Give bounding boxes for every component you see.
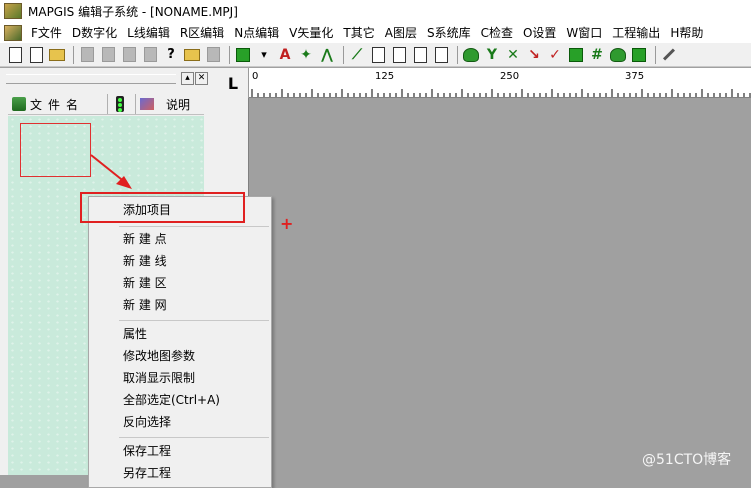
green-blob-icon[interactable] (462, 46, 480, 64)
toolbar-separator (229, 45, 230, 64)
highlight-box (80, 192, 245, 223)
check-icon[interactable]: ✓ (546, 46, 564, 64)
area-edit-icon[interactable] (411, 46, 429, 64)
menu-file[interactable]: F文件 (26, 24, 67, 41)
column-status[interactable] (108, 94, 136, 114)
menu-digitize[interactable]: D数字化 (67, 24, 122, 41)
save-icon[interactable] (78, 46, 96, 64)
shape-icon[interactable] (609, 46, 627, 64)
menu-other[interactable]: T其它 (338, 24, 379, 41)
open-icon[interactable] (27, 46, 45, 64)
column-file-name[interactable]: 文件名 (8, 94, 108, 114)
menu-item-properties[interactable]: 属性 (89, 324, 271, 345)
fill-icon[interactable] (567, 46, 585, 64)
grid-icon[interactable]: # (588, 46, 606, 64)
printer-icon[interactable] (204, 46, 222, 64)
mapgis-app-icon (4, 3, 22, 19)
column-description-label: 说明 (166, 97, 191, 112)
help-icon[interactable]: ? (162, 46, 180, 64)
toolbar-separator (73, 45, 74, 64)
menu-separator (119, 226, 269, 227)
map-canvas[interactable] (249, 98, 751, 475)
palette-icon[interactable] (630, 46, 648, 64)
menu-item-map-params[interactable]: 修改地图参数 (89, 346, 271, 367)
save-as-icon[interactable] (99, 46, 117, 64)
menu-item-new-area[interactable]: 新 建 区 (89, 273, 271, 294)
copy-icon[interactable] (369, 46, 387, 64)
node-icon[interactable]: ⋀ (318, 46, 336, 64)
menu-settings[interactable]: O设置 (518, 24, 561, 41)
menu-item-save-project-as[interactable]: 另存工程 (89, 463, 271, 484)
triangle-icon[interactable]: ▾ (255, 46, 273, 64)
menu-check[interactable]: C检查 (476, 24, 518, 41)
point-tool-icon[interactable] (234, 46, 252, 64)
menu-item-invert-selection[interactable]: 反向选择 (89, 412, 271, 433)
cross-icon[interactable]: ✕ (504, 46, 522, 64)
column-file-name-label: 文件名 (30, 97, 85, 112)
project-tree-header: 文件名 说明 (8, 94, 204, 115)
title-bar: MAPGIS 编辑子系统 - [NONAME.MPJ] (0, 0, 751, 22)
menu-separator (119, 437, 269, 438)
new-icon[interactable] (6, 46, 24, 64)
menu-item-new-line[interactable]: 新 建 线 (89, 251, 271, 272)
menu-layer[interactable]: A图层 (380, 24, 422, 41)
toolbar-separator (457, 45, 458, 64)
panel-grip[interactable] (6, 74, 176, 84)
selection-highlight-box (20, 123, 91, 177)
menu-item-select-all[interactable]: 全部选定(Ctrl+A) (89, 390, 271, 411)
area-tool-icon[interactable] (432, 46, 450, 64)
window-title: MAPGIS 编辑子系统 - [NONAME.MPJ] (28, 4, 238, 19)
watermark: @51CTO博客 (642, 452, 732, 468)
menu-bar: F文件 D数字化 L线编辑 R区编辑 N点编辑 V矢量化 T其它 A图层 S系统… (0, 22, 751, 44)
folder-icon[interactable] (48, 46, 66, 64)
ruler-label: 125 (375, 71, 395, 82)
ruler-label: 250 (500, 71, 520, 82)
menu-project-output[interactable]: 工程输出 (607, 24, 665, 41)
undo-icon[interactable] (141, 46, 159, 64)
menu-line-edit[interactable]: L线编辑 (122, 24, 175, 41)
menu-vectorize[interactable]: V矢量化 (284, 24, 338, 41)
panel-close-button[interactable]: ✕ (195, 72, 208, 85)
menu-item-new-net[interactable]: 新 建 网 (89, 295, 271, 316)
column-description[interactable]: 说明 (136, 94, 204, 114)
print-preview-icon[interactable] (183, 46, 201, 64)
ruler-corner-button[interactable]: L (218, 68, 249, 98)
menu-item-cancel-display-limit[interactable]: 取消显示限制 (89, 368, 271, 389)
arrow-tool-icon[interactable]: ↘ (525, 46, 543, 64)
menu-point-edit[interactable]: N点编辑 (229, 24, 284, 41)
ruler-top: 0 125 250 375 (249, 68, 751, 98)
pen-icon[interactable] (660, 46, 678, 64)
text-tool-icon[interactable]: A (276, 46, 294, 64)
toolbar-separator (343, 45, 344, 64)
toolbar-separator (655, 45, 656, 64)
ruler-label: 375 (625, 71, 645, 82)
toolbar: ? ▾ A ✦ ⋀ ⟋ Y ✕ ↘ ✓ # (0, 43, 751, 67)
system-menu-icon[interactable] (4, 24, 22, 41)
print-icon[interactable] (120, 46, 138, 64)
menu-item-save-project[interactable]: 保存工程 (89, 441, 271, 462)
menu-item-new-point[interactable]: 新 建 点 (89, 229, 271, 250)
vertex-icon[interactable]: ✦ (297, 46, 315, 64)
edit-icon[interactable] (390, 46, 408, 64)
menu-window[interactable]: W窗口 (561, 24, 607, 41)
line-tool-icon[interactable]: ⟋ (348, 46, 366, 64)
traffic-light-icon (116, 96, 124, 112)
tree-icon (12, 97, 26, 111)
description-icon (140, 98, 154, 110)
menu-separator (119, 320, 269, 321)
ruler-ticks (251, 89, 751, 97)
menu-system-library[interactable]: S系统库 (422, 24, 476, 41)
panel-dock-button[interactable]: ▴ (181, 72, 194, 85)
ruler-label: 0 (252, 71, 259, 82)
crosshair-cursor-icon: + (280, 214, 294, 233)
menu-help[interactable]: H帮助 (665, 24, 708, 41)
link-icon[interactable]: Y (483, 46, 501, 64)
context-menu: 添加项目 新 建 点 新 建 线 新 建 区 新 建 网 属性 修改地图参数 取… (88, 196, 272, 488)
menu-area-edit[interactable]: R区编辑 (175, 24, 229, 41)
